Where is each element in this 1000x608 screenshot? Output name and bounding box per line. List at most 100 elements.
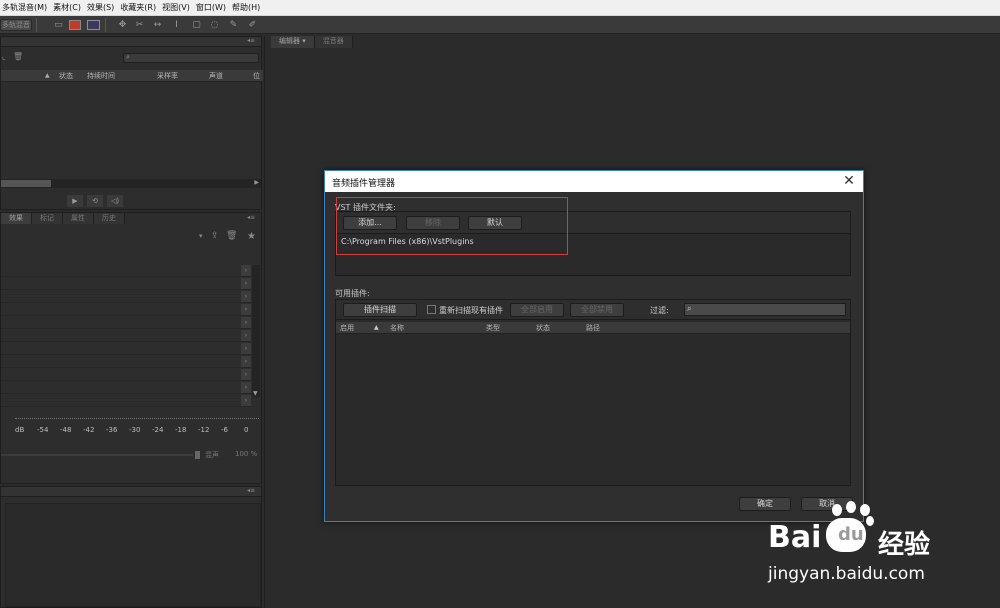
meter-scale-label: -54 bbox=[37, 426, 49, 434]
effect-slot-arrow-icon[interactable]: › bbox=[241, 395, 251, 406]
favorite-star-icon[interactable]: ★ bbox=[247, 231, 256, 242]
effects-rack-panel: 效果 标记 属性 历史 ◂≡ ▾ ⇪ 🗑 ★ › › › › › › › › ›… bbox=[0, 212, 262, 484]
effect-slot-arrow-icon[interactable]: › bbox=[241, 265, 251, 276]
highlight-annotation-box bbox=[336, 197, 568, 255]
menu-window[interactable]: 窗口(W) bbox=[193, 0, 229, 16]
effect-slot-arrow-icon[interactable]: › bbox=[241, 382, 251, 393]
meter-scale-label: dB bbox=[15, 426, 25, 434]
tab-effects[interactable]: 效果 bbox=[1, 213, 32, 224]
tab-properties[interactable]: 属性 bbox=[63, 213, 94, 224]
panel-menu-icon[interactable]: ◂≡ bbox=[247, 487, 255, 494]
effect-slot-arrow-icon[interactable]: › bbox=[241, 304, 251, 315]
panel-menu-icon[interactable]: ◂≡ bbox=[247, 214, 255, 221]
loop-icon[interactable]: ⟲ bbox=[87, 195, 103, 207]
meter-scale-label: -30 bbox=[129, 426, 141, 434]
tab-history[interactable]: 历史 bbox=[94, 213, 125, 224]
marquee-tool-icon[interactable]: ▢ bbox=[190, 19, 203, 31]
col-status[interactable]: 状态 bbox=[59, 71, 73, 81]
scrollbar-thumb[interactable] bbox=[1, 180, 51, 187]
save-preset-icon[interactable]: ⇪ bbox=[211, 231, 219, 241]
spectral-view-icon[interactable] bbox=[69, 20, 81, 30]
menu-favorites[interactable]: 收藏夹(R) bbox=[117, 0, 159, 16]
brush-tool-icon[interactable]: ✎ bbox=[227, 19, 240, 31]
col-type[interactable]: 类型 bbox=[486, 323, 500, 333]
effect-slot[interactable]: › bbox=[1, 317, 251, 329]
watermark-brand: Bai bbox=[768, 520, 822, 555]
effect-slot[interactable]: › bbox=[1, 356, 251, 368]
files-panel-header: ◂≡ bbox=[1, 37, 261, 47]
close-icon[interactable]: ✕ bbox=[841, 172, 857, 190]
menu-multitrack[interactable]: 多轨混音(M) bbox=[0, 0, 50, 16]
time-selection-tool-icon[interactable]: I bbox=[170, 19, 183, 31]
delete-icon[interactable]: 🗑 bbox=[13, 52, 23, 61]
sort-asc-icon[interactable]: ▲ bbox=[45, 72, 50, 79]
mix-percent: 100 % bbox=[235, 450, 258, 458]
col-duration[interactable]: 持续时间 bbox=[87, 71, 115, 81]
healing-brush-icon[interactable]: ✐ bbox=[246, 19, 259, 31]
disable-all-button[interactable]: 全部禁用 bbox=[570, 303, 624, 317]
effect-slot[interactable]: › bbox=[1, 395, 251, 407]
rescan-existing-checkbox[interactable] bbox=[427, 305, 436, 314]
available-plugins-frame: 插件扫描 重新扫描现有插件 全部启用 全部禁用 过滤: ⌕ 启用 ▲ 名称 类型… bbox=[335, 299, 851, 486]
effect-slot[interactable]: › bbox=[1, 343, 251, 355]
tab-mixer[interactable]: 混音器 bbox=[314, 36, 353, 48]
slip-tool-icon[interactable]: ↔ bbox=[151, 19, 164, 31]
col-path[interactable]: 路径 bbox=[586, 323, 600, 333]
effect-slot[interactable]: › bbox=[1, 304, 251, 316]
panel-menu-icon[interactable]: ◂≡ bbox=[247, 37, 255, 44]
watermark-brand-suffix: 经验 bbox=[878, 530, 931, 560]
filter-input[interactable]: ⌕ bbox=[684, 303, 846, 316]
speaker-icon[interactable]: ◁) bbox=[107, 195, 123, 207]
effect-slot[interactable]: › bbox=[1, 278, 251, 290]
col-channels[interactable]: 声道 bbox=[209, 71, 223, 81]
mix-slider-handle[interactable] bbox=[195, 451, 200, 459]
meter-scale-label: -12 bbox=[198, 426, 210, 434]
files-horizontal-scrollbar[interactable]: ▶ bbox=[1, 179, 261, 188]
menu-view[interactable]: 视图(V) bbox=[159, 0, 193, 16]
col-bit-depth[interactable]: 位 bbox=[253, 71, 260, 81]
effects-vertical-scrollbar[interactable]: ▼ bbox=[252, 265, 260, 397]
effect-slot-arrow-icon[interactable]: › bbox=[241, 330, 251, 341]
effect-slot-arrow-icon[interactable]: › bbox=[241, 356, 251, 367]
razor-tool-icon[interactable]: ✂ bbox=[133, 19, 146, 31]
delete-preset-icon[interactable]: 🗑 bbox=[226, 231, 237, 241]
effect-slot[interactable]: › bbox=[1, 265, 251, 277]
paw-toe bbox=[832, 504, 842, 516]
scroll-right-icon[interactable]: ▶ bbox=[254, 179, 259, 186]
enable-all-button[interactable]: 全部启用 bbox=[510, 303, 564, 317]
mix-slider-track[interactable] bbox=[1, 454, 193, 456]
sort-asc-icon[interactable]: ▲ bbox=[374, 324, 379, 331]
menu-effects[interactable]: 效果(S) bbox=[84, 0, 117, 16]
effect-slot[interactable]: › bbox=[1, 291, 251, 303]
tab-editor[interactable]: 编辑器 ▾ bbox=[271, 36, 315, 48]
tab-markers[interactable]: 标记 bbox=[32, 213, 63, 224]
col-status[interactable]: 状态 bbox=[536, 323, 550, 333]
multitrack-mode-button[interactable]: 多轨混音 bbox=[0, 19, 32, 31]
files-search-input[interactable]: ⌕ bbox=[123, 53, 259, 63]
col-enabled[interactable]: 启用 bbox=[340, 323, 354, 333]
effect-slot[interactable]: › bbox=[1, 369, 251, 381]
effect-slot-arrow-icon[interactable]: › bbox=[241, 291, 251, 302]
effect-slot-arrow-icon[interactable]: › bbox=[241, 369, 251, 380]
col-sample-rate[interactable]: 采样率 bbox=[157, 71, 178, 81]
meter-scale-label: -42 bbox=[83, 426, 95, 434]
toolbar-divider bbox=[105, 18, 106, 32]
import-icon[interactable]: ⌞ bbox=[2, 52, 6, 61]
preset-dropdown-icon[interactable]: ▾ bbox=[199, 232, 203, 240]
col-name[interactable]: 名称 bbox=[390, 323, 404, 333]
spectral-pitch-icon[interactable] bbox=[87, 20, 100, 30]
effect-slot[interactable]: › bbox=[1, 330, 251, 342]
menu-help[interactable]: 帮助(H) bbox=[229, 0, 263, 16]
scan-plugins-button[interactable]: 插件扫描 bbox=[343, 303, 417, 317]
lasso-tool-icon[interactable]: ◌ bbox=[208, 19, 221, 31]
effect-slot-arrow-icon[interactable]: › bbox=[241, 317, 251, 328]
menu-clip[interactable]: 素材(C) bbox=[50, 0, 84, 16]
play-icon[interactable]: ▶ bbox=[67, 195, 83, 207]
waveform-view-icon[interactable]: ▭ bbox=[52, 19, 65, 31]
scroll-down-icon[interactable]: ▼ bbox=[253, 390, 258, 397]
effect-slot-arrow-icon[interactable]: › bbox=[241, 278, 251, 289]
plugins-list bbox=[336, 335, 850, 485]
effect-slot[interactable]: › bbox=[1, 382, 251, 394]
effect-slot-arrow-icon[interactable]: › bbox=[241, 343, 251, 354]
move-tool-icon[interactable]: ✥ bbox=[116, 19, 129, 31]
